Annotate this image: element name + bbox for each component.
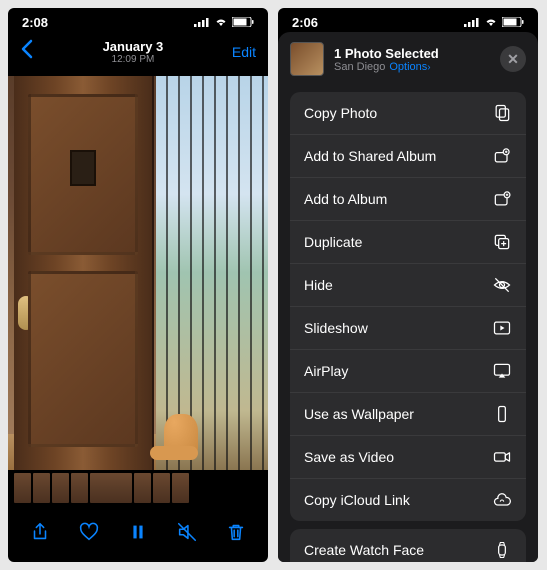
action-group-2: Create Watch Face Save to Files Assign t… — [290, 529, 526, 562]
action-airplay[interactable]: AirPlay — [290, 350, 526, 393]
watch-icon — [492, 540, 512, 560]
share-header: 1 Photo Selected San Diego Options› ✕ — [278, 32, 538, 84]
pause-button[interactable] — [124, 518, 152, 546]
status-indicators — [194, 17, 254, 27]
header-date: January 3 — [103, 39, 164, 54]
video-icon — [492, 447, 512, 467]
chevron-right-icon: › — [427, 62, 430, 73]
photo-window — [156, 76, 268, 470]
photos-app-screen: 2:08 January 3 12:09 PM Edit — [8, 8, 268, 562]
icloud-icon — [492, 490, 512, 510]
thumb-item[interactable] — [71, 473, 88, 503]
album-icon — [492, 189, 512, 209]
hide-icon — [492, 275, 512, 295]
battery-icon — [232, 17, 254, 27]
favorite-button[interactable] — [75, 518, 103, 546]
status-time: 2:08 — [22, 15, 48, 30]
thumb-item[interactable] — [134, 473, 151, 503]
header-time: 12:09 PM — [103, 54, 164, 65]
trash-button[interactable] — [222, 518, 250, 546]
close-button[interactable]: ✕ — [500, 46, 526, 72]
action-hide[interactable]: Hide — [290, 264, 526, 307]
slideshow-icon — [492, 318, 512, 338]
action-slideshow[interactable]: Slideshow — [290, 307, 526, 350]
header-title: January 3 12:09 PM — [103, 39, 164, 65]
thumb-item[interactable] — [14, 473, 31, 503]
action-duplicate[interactable]: Duplicate — [290, 221, 526, 264]
signal-icon — [464, 17, 480, 27]
status-bar: 2:08 — [8, 8, 268, 32]
share-thumbnail[interactable] — [290, 42, 324, 76]
copy-photo-icon — [492, 103, 512, 123]
close-icon: ✕ — [507, 51, 519, 68]
photo-viewport[interactable] — [8, 76, 268, 470]
wifi-icon — [214, 17, 228, 27]
share-button[interactable] — [26, 518, 54, 546]
wallpaper-icon — [492, 404, 512, 424]
photo-door — [14, 76, 154, 470]
thumb-item[interactable] — [153, 473, 170, 503]
signal-icon — [194, 17, 210, 27]
bottom-toolbar — [8, 506, 268, 558]
status-time: 2:06 — [292, 15, 318, 30]
shared-album-icon — [492, 146, 512, 166]
action-add-album[interactable]: Add to Album — [290, 178, 526, 221]
battery-icon — [502, 17, 524, 27]
status-bar: 2:06 — [278, 8, 538, 32]
action-copy-photo[interactable]: Copy Photo — [290, 92, 526, 135]
thumbnail-strip[interactable] — [8, 470, 268, 506]
action-save-video[interactable]: Save as Video — [290, 436, 526, 479]
status-indicators — [464, 17, 524, 27]
action-icloud-link[interactable]: Copy iCloud Link — [290, 479, 526, 521]
action-watch-face[interactable]: Create Watch Face — [290, 529, 526, 562]
thumb-item[interactable] — [172, 473, 189, 503]
share-location: San Diego — [334, 61, 385, 73]
thumb-item[interactable] — [33, 473, 50, 503]
airplay-icon — [492, 361, 512, 381]
edit-button[interactable]: Edit — [232, 44, 256, 60]
mute-button[interactable] — [173, 518, 201, 546]
thumb-item[interactable] — [52, 473, 69, 503]
duplicate-icon — [492, 232, 512, 252]
wifi-icon — [484, 17, 498, 27]
thumb-current[interactable] — [90, 473, 132, 503]
action-group-1: Copy Photo Add to Shared Album Add to Al… — [290, 92, 526, 521]
photo-header: January 3 12:09 PM Edit — [8, 32, 268, 76]
action-wallpaper[interactable]: Use as Wallpaper — [290, 393, 526, 436]
action-add-shared-album[interactable]: Add to Shared Album — [290, 135, 526, 178]
back-button[interactable] — [20, 38, 34, 66]
photo-cat — [164, 414, 198, 456]
share-sheet-screen: 2:06 1 Photo Selected San Diego Options›… — [278, 8, 538, 562]
share-title: 1 Photo Selected — [334, 46, 490, 61]
share-options-button[interactable]: Options› — [389, 61, 430, 73]
